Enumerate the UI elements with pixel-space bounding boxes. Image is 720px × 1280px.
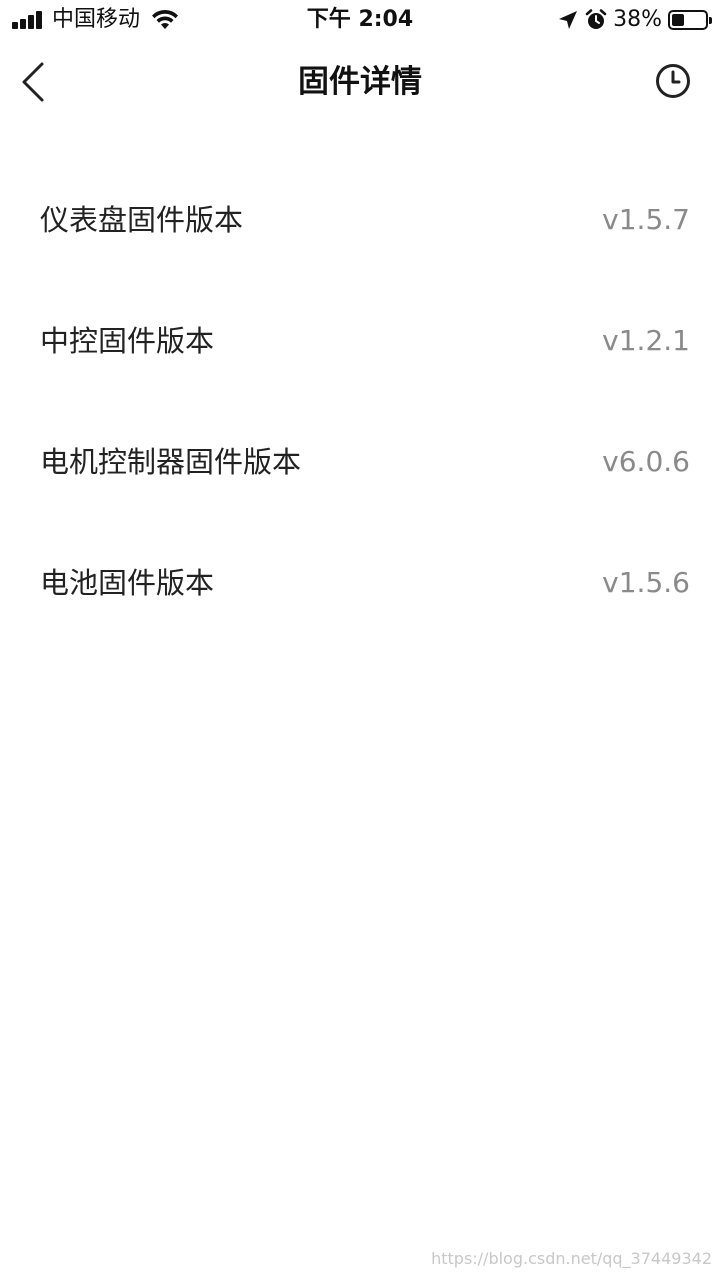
- firmware-item-battery: 电池固件版本 v1.5.6: [0, 523, 720, 644]
- battery-percentage: 38%: [613, 7, 662, 32]
- status-bar-right: 38%: [557, 6, 712, 34]
- firmware-label: 仪表盘固件版本: [40, 203, 244, 237]
- firmware-item-motor-controller: 电机控制器固件版本 v6.0.6: [0, 402, 720, 523]
- firmware-item-central-control: 中控固件版本 v1.2.1: [0, 281, 720, 402]
- navigation-bar: 固件详情: [0, 40, 720, 124]
- battery-icon: [668, 10, 712, 30]
- history-button[interactable]: [654, 62, 692, 100]
- firmware-version: v1.5.6: [602, 566, 690, 599]
- firmware-version: v6.0.6: [602, 445, 690, 478]
- firmware-label: 电池固件版本: [40, 566, 215, 600]
- clock-icon: [656, 64, 690, 98]
- firmware-item-dashboard: 仪表盘固件版本 v1.5.7: [0, 160, 720, 281]
- watermark: https://blog.csdn.net/qq_37449342: [431, 1249, 712, 1268]
- firmware-list: 仪表盘固件版本 v1.5.7 中控固件版本 v1.2.1 电机控制器固件版本 v…: [0, 160, 720, 644]
- status-bar: 中国移动 下午 2:04 38%: [0, 0, 720, 40]
- firmware-label: 中控固件版本: [40, 324, 215, 358]
- firmware-details-screen: 中国移动 下午 2:04 38% 固件详情 仪表盘固件版本 v1.5.7 中控固…: [0, 0, 720, 1280]
- firmware-version: v1.2.1: [602, 324, 690, 357]
- alarm-clock-icon: [585, 9, 607, 29]
- page-title: 固件详情: [298, 64, 422, 100]
- firmware-version: v1.5.7: [602, 203, 690, 236]
- location-arrow-icon: [559, 11, 578, 29]
- firmware-label: 电机控制器固件版本: [40, 445, 302, 479]
- battery-level-fill: [672, 14, 684, 26]
